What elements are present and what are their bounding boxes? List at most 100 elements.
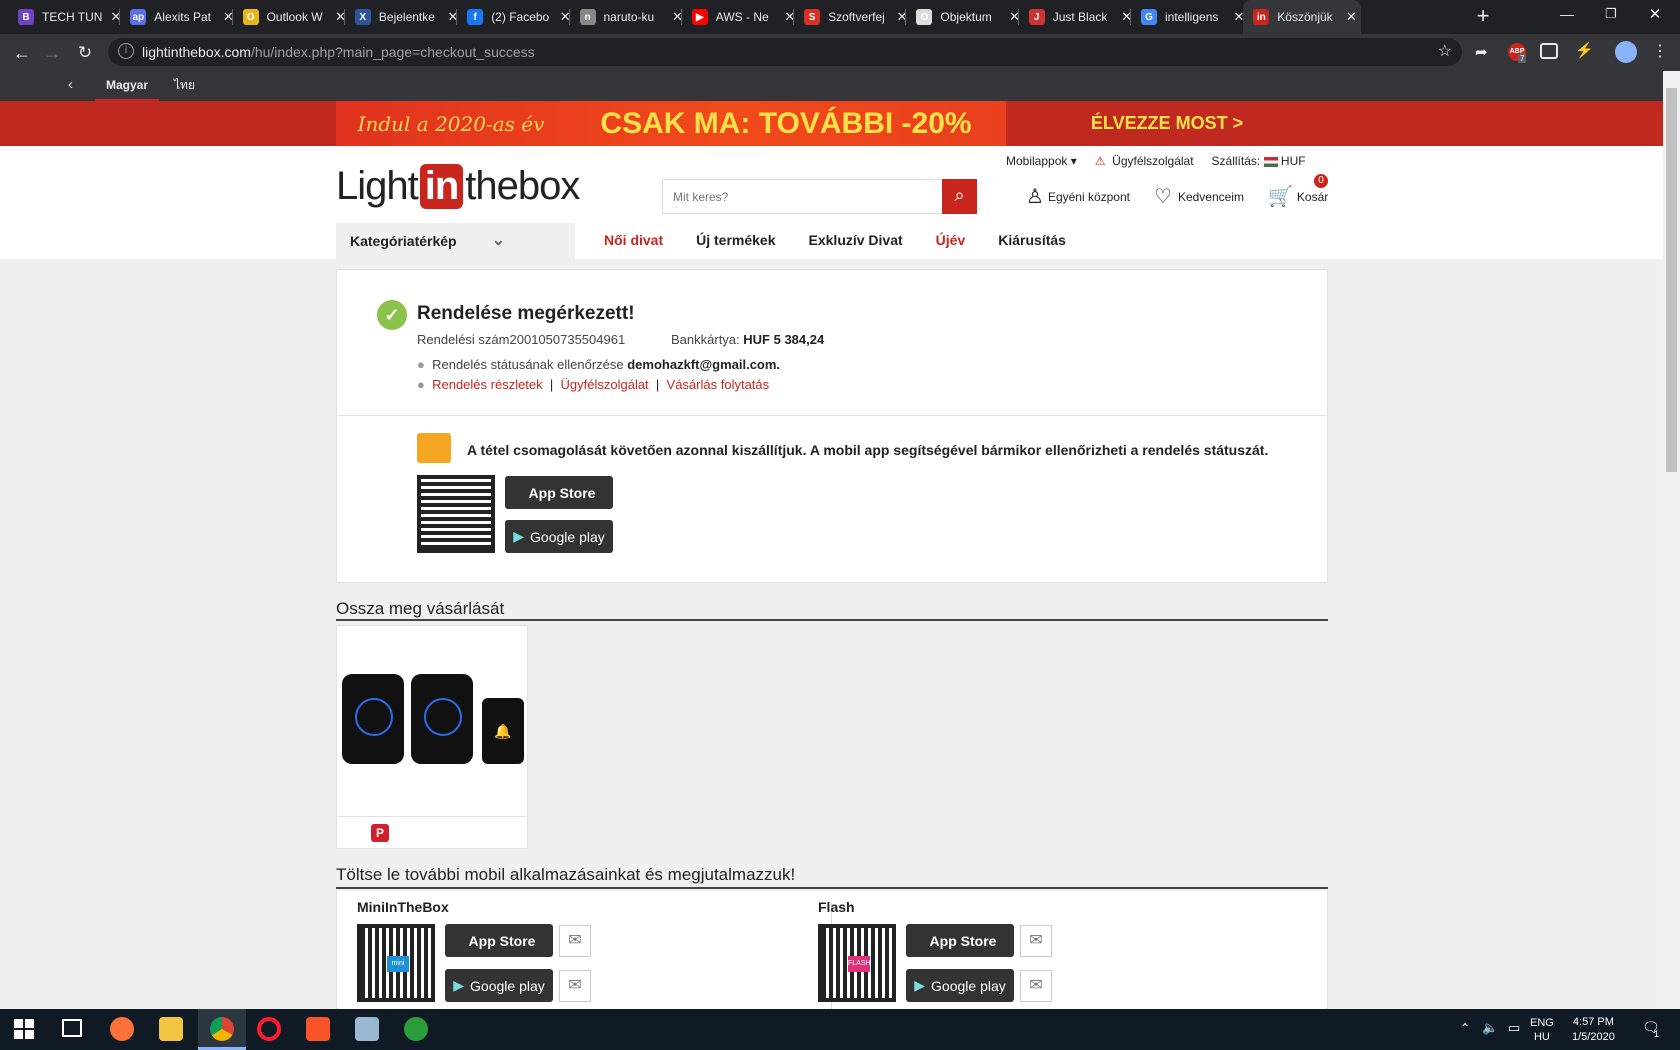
network-icon[interactable]: ▭ bbox=[1508, 1020, 1520, 1036]
opera-icon[interactable] bbox=[257, 1017, 281, 1041]
windows-taskbar: ⌃ 🔈 ▭ ENG HU 4:57 PM 1/5/2020 🗨 1 bbox=[0, 1009, 1680, 1050]
order-number: Rendelési szám2001050735504961 bbox=[417, 332, 626, 347]
browser-tab[interactable]: B TECH TUN ✕ bbox=[8, 0, 126, 34]
firefox-icon[interactable] bbox=[110, 1017, 134, 1041]
browser-tab[interactable]: O Objektum ✕ bbox=[906, 0, 1024, 34]
bookmark-star-icon[interactable]: ☆ bbox=[1438, 41, 1452, 61]
account-link[interactable]: ♙ Egyéni központ bbox=[1026, 184, 1130, 209]
volume-icon[interactable]: 🔈 bbox=[1482, 1020, 1498, 1036]
file-explorer-icon[interactable] bbox=[159, 1017, 183, 1041]
banner-cta[interactable]: ÉLVEZZE MOST > bbox=[1006, 101, 1328, 146]
app-badge: FLASH bbox=[848, 956, 871, 972]
reader-extension-icon[interactable] bbox=[1540, 43, 1558, 59]
google-play-button[interactable]: ▶ Google play bbox=[906, 969, 1014, 1002]
tab-separator bbox=[119, 9, 121, 25]
order-details-link[interactable]: Rendelés részletek bbox=[432, 377, 543, 392]
app-store-button[interactable]: App Store bbox=[505, 476, 613, 509]
check-icon: ✓ bbox=[377, 300, 407, 330]
chevron-left-icon[interactable]: ‹ bbox=[68, 76, 73, 93]
mobile-apps-link[interactable]: Mobilappok ▾ bbox=[1006, 154, 1077, 168]
tab-title: Köszönjük bbox=[1277, 10, 1333, 24]
app-message: A tétel csomagolását követően azonnal ki… bbox=[467, 442, 1269, 458]
profile-avatar[interactable] bbox=[1615, 41, 1637, 63]
browser-tab[interactable]: n naruto-ku ✕ bbox=[570, 0, 688, 34]
info-icon[interactable]: i bbox=[118, 43, 134, 59]
lightning-extension-icon[interactable]: ⚡ bbox=[1575, 41, 1594, 59]
mail-icon[interactable]: ✉ bbox=[1020, 925, 1052, 957]
promo-banner[interactable]: Indul a 2020-as év CSAK MA: TOVÁBBI -20%… bbox=[0, 101, 1663, 146]
product-card[interactable]: 🔔 P bbox=[336, 625, 528, 849]
continue-shopping-link[interactable]: Vásárlás folytatás bbox=[667, 377, 770, 392]
address-bar[interactable]: i lightinthebox.com/hu/index.php?main_pa… bbox=[108, 38, 1462, 66]
windows-start-icon[interactable] bbox=[14, 1019, 34, 1039]
logo-text-left: Light bbox=[336, 164, 419, 208]
browser-toolbar: ← → ↻ i lightinthebox.com/hu/index.php?m… bbox=[0, 34, 1680, 71]
google-play-button[interactable]: ▶ Google play bbox=[505, 520, 613, 553]
cart-count-badge: 0 bbox=[1314, 174, 1328, 188]
favorites-link[interactable]: ♡ Kedvenceim bbox=[1154, 184, 1244, 209]
browser-tab[interactable]: S Szoftverfej ✕ bbox=[794, 0, 912, 34]
search-input[interactable] bbox=[663, 180, 943, 213]
tab-title: naruto-ku bbox=[603, 10, 655, 24]
shipping-selector[interactable]: Szállítás: HUF bbox=[1212, 154, 1306, 168]
order-status-line: ● Rendelés státusának ellenőrzése demoha… bbox=[417, 357, 781, 372]
minimize-button[interactable]: — bbox=[1552, 6, 1582, 28]
browser-tab[interactable]: ap Alexits Pat ✕ bbox=[120, 0, 238, 34]
nav-item[interactable]: Női divat bbox=[604, 232, 663, 248]
browser-tab[interactable]: ▶ AWS - Ne ✕ bbox=[682, 0, 800, 34]
mail-icon[interactable]: ✉ bbox=[1020, 970, 1052, 1002]
tab-title: AWS - Ne bbox=[715, 10, 769, 24]
bell-icon: 🔔 bbox=[482, 698, 524, 764]
app-store-button[interactable]: App Store bbox=[906, 924, 1014, 957]
new-tab-button[interactable]: + bbox=[1470, 4, 1496, 30]
share-arrow-icon[interactable]: ➦ bbox=[1475, 43, 1488, 61]
reload-icon[interactable]: ↻ bbox=[72, 40, 98, 66]
nav-item[interactable]: Új termékek bbox=[696, 232, 775, 248]
nav-item[interactable]: Kiárusítás bbox=[998, 232, 1066, 248]
task-view-icon[interactable] bbox=[62, 1019, 82, 1037]
back-arrow-icon[interactable]: ← bbox=[9, 40, 35, 66]
app-icon[interactable] bbox=[355, 1017, 379, 1041]
browser-tab[interactable]: O Outlook W ✕ bbox=[233, 0, 351, 34]
tab-favicon-icon: J bbox=[1028, 9, 1045, 25]
chrome-taskbar-active[interactable] bbox=[198, 1009, 246, 1050]
clock[interactable]: 4:57 PM 1/5/2020 bbox=[1572, 1015, 1615, 1045]
tray-chevron-icon[interactable]: ⌃ bbox=[1460, 1021, 1470, 1035]
language-indicator[interactable]: ENG HU bbox=[1530, 1016, 1554, 1044]
search-icon[interactable]: ⌕ bbox=[942, 179, 977, 214]
menu-dots-icon[interactable]: ⋮ bbox=[1652, 41, 1668, 61]
product-doorbell-receiver-2 bbox=[411, 674, 473, 764]
browser-tab[interactable]: Gintelligens ✕ bbox=[1131, 0, 1249, 34]
browser-tab[interactable]: f (2) Facebo ✕ bbox=[457, 0, 575, 34]
support-link[interactable]: ⚠ Ügyfélszolgálat bbox=[1095, 154, 1194, 168]
language-tab-active[interactable]: Magyar bbox=[95, 71, 159, 101]
restore-button[interactable]: ❐ bbox=[1596, 6, 1626, 28]
google-play-button[interactable]: ▶ Google play bbox=[445, 969, 553, 1002]
tab-title: Outlook W bbox=[266, 10, 323, 24]
scrollbar-thumb[interactable] bbox=[1666, 88, 1677, 472]
mail-icon[interactable]: ✉ bbox=[559, 925, 591, 957]
app-store-button[interactable]: App Store bbox=[445, 924, 553, 957]
support-link-2[interactable]: Ügyfélszolgálat bbox=[561, 377, 649, 392]
tab-separator bbox=[1130, 9, 1131, 25]
chrome-icon bbox=[210, 1017, 234, 1041]
tab-favicon-icon: f bbox=[467, 9, 484, 25]
language-tab-thai[interactable]: ไทย bbox=[174, 71, 195, 99]
nav-item[interactable]: Újév bbox=[936, 232, 966, 248]
close-window-button[interactable]: ✕ bbox=[1640, 5, 1670, 27]
browser-tab[interactable]: X Bejelentke ✕ bbox=[345, 0, 463, 34]
order-confirmation-card: ✓ Rendelése megérkezett! Rendelési szám2… bbox=[336, 269, 1328, 583]
pinterest-icon[interactable]: P bbox=[371, 824, 389, 842]
browser-tab[interactable]: in Köszönjük ✕ bbox=[1243, 0, 1362, 34]
brave-icon[interactable] bbox=[306, 1017, 330, 1041]
tab-separator bbox=[231, 9, 233, 25]
nav-item[interactable]: Exkluzív Divat bbox=[809, 232, 903, 248]
browser-tab[interactable]: J Just Black ✕ bbox=[1019, 0, 1137, 34]
site-logo[interactable]: Light in thebox bbox=[336, 164, 580, 209]
utorrent-icon[interactable] bbox=[404, 1017, 428, 1041]
tab-favicon-icon: S bbox=[804, 9, 821, 25]
category-map-dropdown[interactable]: Kategóriatérkép ⌄ bbox=[336, 223, 575, 259]
tab-close-icon[interactable]: ✕ bbox=[1341, 9, 1361, 25]
mail-icon[interactable]: ✉ bbox=[559, 970, 591, 1002]
forward-arrow-icon[interactable]: → bbox=[39, 40, 65, 66]
